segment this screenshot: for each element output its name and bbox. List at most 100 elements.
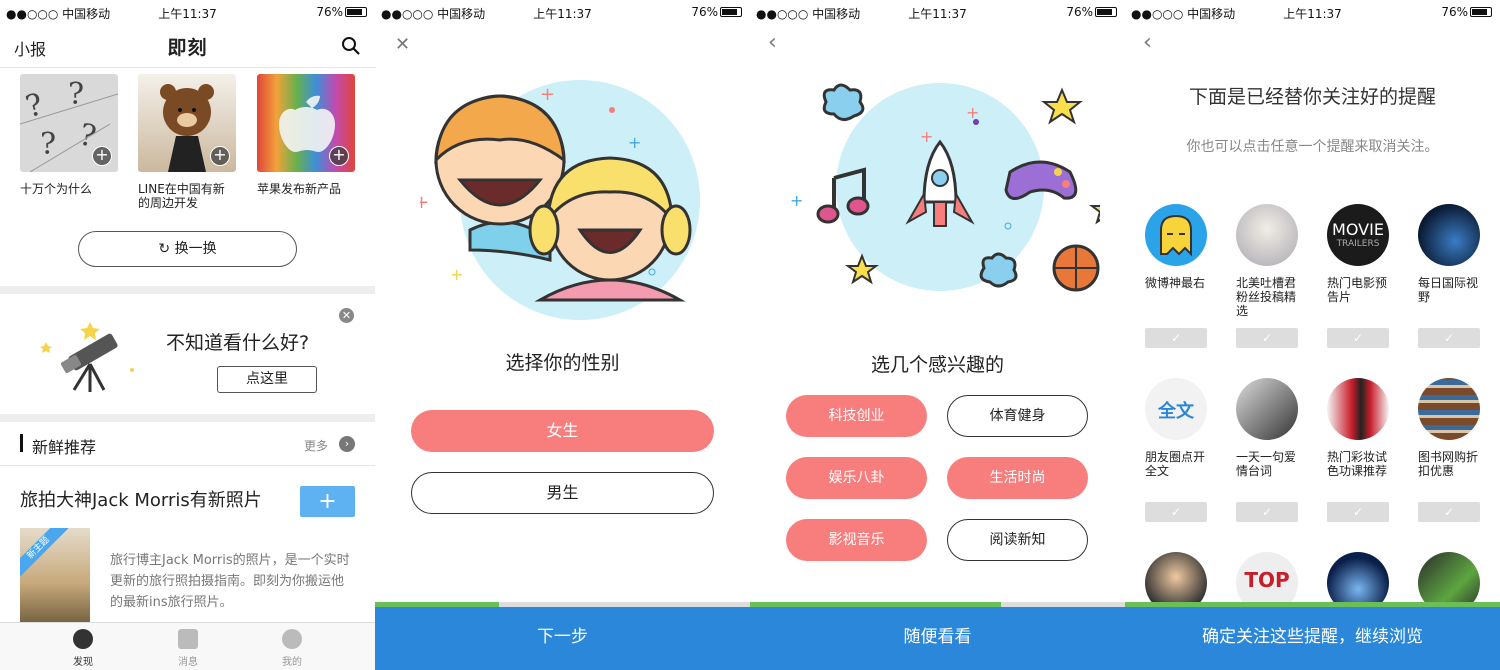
subscriptions-title: 下面是已经替你关注好的提醒 [1188,86,1436,108]
tab-messages[interactable]: 消息 [158,629,218,668]
compass-icon [73,629,93,649]
next-button[interactable]: 下一步 [375,607,750,670]
books-avatar [1418,378,1480,440]
tab-bar: 发现 消息 我的 [0,622,375,670]
svg-text:+: + [420,192,429,213]
check-toggle[interactable]: ✓ [1236,328,1298,348]
subscription-item[interactable]: 每日国际视野 ✓ [1418,204,1480,348]
suggestion-button[interactable]: 点这里 [217,366,317,393]
add-topic-icon[interactable]: + [329,146,349,166]
interest-chip[interactable]: 生活时尚 [947,457,1088,499]
topic-thumbnail: ???? + [20,74,118,172]
subscription-name: 一天一句爱情台词 [1236,450,1297,478]
check-toggle[interactable]: ✓ [1418,502,1480,522]
status-bar: ●●○○○ 中国移动 上午11:37 76% [1125,0,1500,22]
add-topic-icon[interactable]: + [92,146,112,166]
back-icon[interactable]: ‹ [768,30,777,55]
battery-percent: 76% [1066,5,1093,19]
interest-chip[interactable]: 体育健身 [947,395,1088,437]
follow-button[interactable]: + [300,486,355,517]
interests-screen: ●●○○○ 中国移动 上午11:37 76% ‹ + + + 选几个感兴趣的 科技创… [750,0,1125,670]
anime-avatar [1236,204,1298,266]
movie-logo: MOVIE [1332,220,1384,239]
battery-indicator: 76% [1441,5,1492,19]
add-topic-icon[interactable]: + [210,146,230,166]
couple-avatar [1236,378,1298,440]
confirm-follow-button[interactable]: 确定关注这些提醒，继续浏览 [1125,607,1500,670]
topic-card[interactable]: + LINE在中国有新的周边开发 [138,74,236,210]
topic-thumbnail: + [138,74,236,172]
search-icon[interactable] [341,36,361,56]
tab-profile[interactable]: 我的 [262,629,322,668]
subscription-item[interactable]: MOVIE TRAILERS 热门电影预告片 ✓ [1327,204,1389,348]
subscription-item[interactable]: 热门彩妆试色功课推荐 ✓ [1327,378,1389,522]
user-icon [282,629,302,649]
refresh-label: 换一换 [174,241,217,257]
tab-label: 消息 [178,657,198,668]
new-topic-badge: 新主题 [20,528,69,578]
battery-icon [1095,7,1117,17]
battery-indicator: 76% [316,5,367,19]
svg-text:+: + [790,191,803,210]
svg-text:+: + [540,84,555,105]
subscription-item[interactable]: 全文 朋友圈点开全文 ✓ [1145,378,1207,522]
topic-card[interactable]: ???? + 十万个为什么 [20,74,118,196]
check-toggle[interactable]: ✓ [1327,328,1389,348]
tab-discover[interactable]: 发现 [53,629,113,668]
topic-caption: 十万个为什么 [20,182,93,196]
discover-screen: ●●○○○ 中国移动 上午11:37 76% 小报 即刻 ???? + 十万个为… [0,0,375,670]
more-link[interactable]: 更多 [304,437,328,454]
top-logo: TOP [1244,568,1290,592]
topic-caption: LINE在中国有新的周边开发 [138,182,225,210]
interest-chip[interactable]: 影视音乐 [786,519,927,561]
interest-chip[interactable]: 阅读新知 [947,519,1088,561]
gender-heading: 选择你的性别 [505,352,620,374]
check-toggle[interactable]: ✓ [1145,328,1207,348]
subscription-item[interactable]: 一天一句爱情台词 ✓ [1236,378,1298,522]
refresh-icon: ↻ [158,241,175,257]
back-icon[interactable]: ‹ [1143,30,1152,55]
check-toggle[interactable]: ✓ [1418,328,1480,348]
battery-indicator: 76% [1066,5,1117,19]
divider [0,414,375,422]
check-toggle[interactable]: ✓ [1236,502,1298,522]
subscription-name: 热门彩妆试色功课推荐 [1327,450,1388,478]
skip-button[interactable]: 随便看看 [750,607,1125,670]
globe-avatar [1418,204,1480,266]
refresh-button[interactable]: ↻ 换一换 [78,231,297,267]
battery-percent: 76% [1441,5,1468,19]
interest-chip[interactable]: 娱乐八卦 [786,457,927,499]
subscription-name: 热门电影预告片 [1327,276,1388,304]
topic-caption: 苹果发布新产品 [257,182,342,196]
battery-icon [345,7,367,17]
interest-chip[interactable]: 科技创业 [786,395,927,437]
check-toggle[interactable]: ✓ [1327,502,1389,522]
male-button[interactable]: 男生 [411,472,714,514]
subscription-item[interactable]: 图书网购折扣优惠 ✓ [1418,378,1480,522]
section-title: 新鲜推荐 [32,438,97,457]
subscription-item[interactable]: 微博神最右 ✓ [1145,204,1207,348]
female-button[interactable]: 女生 [411,410,714,452]
suggestion-banner: 不知道看什么好? 点这里 ✕ [0,296,375,414]
check-toggle[interactable]: ✓ [1145,502,1207,522]
svg-text:+: + [628,133,641,152]
status-bar: ●●○○○ 中国移动 上午11:37 76% [750,0,1125,22]
movie-avatar: MOVIE TRAILERS [1327,204,1389,266]
article-description: 旅行博主Jack Morris的照片，是一个实时更新的旅行照拍摄指南。即刻为你搬… [110,553,350,610]
app-logo: 即刻 [167,37,208,59]
subscription-name: 每日国际视野 [1418,276,1479,304]
topic-card[interactable]: + 苹果发布新产品 [257,74,355,196]
article-title: 旅拍大神Jack Morris有新照片 [20,490,262,511]
interests-heading: 选几个感兴趣的 [870,354,1004,376]
subscription-item[interactable]: 北美吐槽君粉丝投稿精选 ✓ [1236,204,1298,348]
close-icon[interactable]: ✕ [395,34,410,55]
divider [0,286,375,294]
battery-percent: 76% [316,5,343,19]
svg-text:+: + [920,127,933,146]
lipstick-avatar [1327,378,1389,440]
close-icon[interactable]: ✕ [339,308,354,323]
chevron-right-icon[interactable]: › [339,436,355,452]
battery-percent: 76% [691,5,718,19]
tab-label: 我的 [282,657,302,668]
section-marker [20,434,23,452]
